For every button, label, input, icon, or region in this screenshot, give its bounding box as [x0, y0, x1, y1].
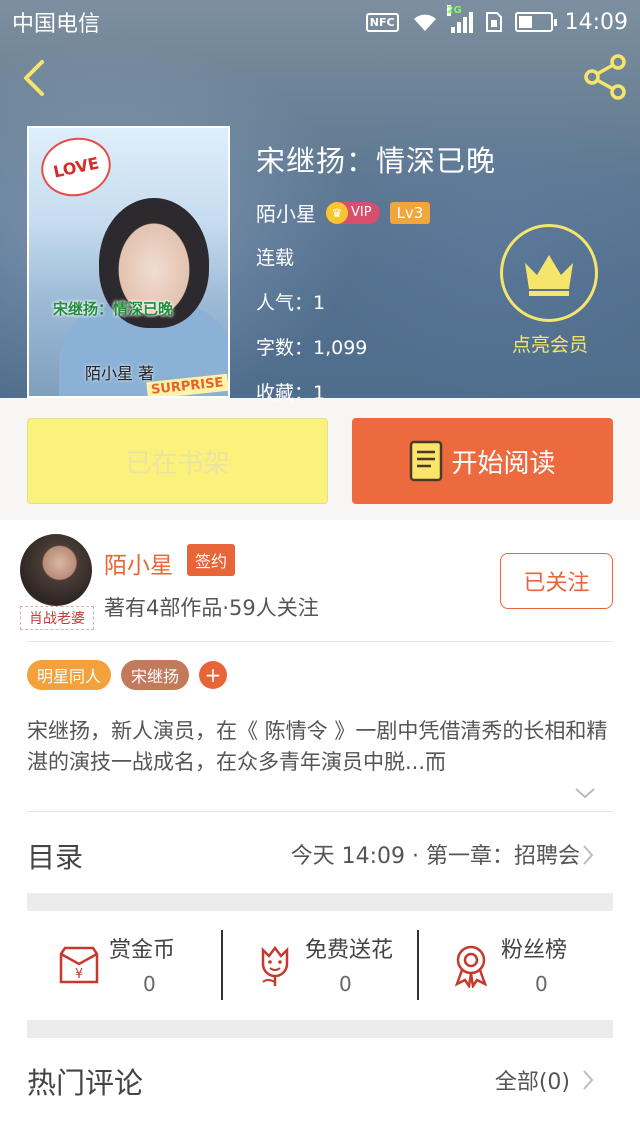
tag-item[interactable]: 明星同人 — [27, 660, 112, 690]
status-bar: 中国电信 NFC 2G 14:09 — [0, 0, 640, 44]
book-word-count: 字数：1,099 — [256, 337, 368, 359]
crown-icon: ♛ — [326, 201, 348, 224]
svg-text:¥: ¥ — [75, 967, 83, 982]
signed-badge: 签约 — [187, 544, 236, 576]
member-label: 点亮会员 — [511, 334, 588, 356]
avatar[interactable] — [20, 534, 92, 606]
cover-author: 陌小星 著 — [85, 364, 155, 383]
section-separator — [27, 893, 613, 911]
network-type-label: 2G — [446, 5, 462, 16]
start-reading-button[interactable]: 开始阅读 — [352, 418, 613, 504]
red-envelope-icon: ¥ — [59, 946, 99, 984]
section-separator — [27, 1020, 613, 1038]
flower-icon — [261, 945, 289, 986]
vip-badge: ♛ VIP — [326, 201, 380, 224]
book-popularity: 人气：1 — [256, 292, 326, 314]
tag-item[interactable]: 宋继扬 — [121, 660, 190, 690]
member-button[interactable]: 点亮会员 — [500, 224, 600, 357]
stat-value: 0 — [143, 972, 156, 996]
reward-coins-button[interactable]: ¥ 赏金币 0 — [27, 928, 222, 1002]
fan-ranking-button[interactable]: 粉丝榜 0 — [419, 928, 614, 1002]
follow-button[interactable]: 已关注 — [500, 553, 613, 609]
divider — [27, 641, 613, 642]
action-bar: 已在书架 开始阅读 — [0, 398, 640, 520]
chevron-right-icon[interactable] — [580, 1068, 596, 1092]
crown-icon — [525, 255, 573, 296]
hot-comments-title: 热门评论 — [27, 1066, 144, 1100]
wifi-icon — [413, 14, 436, 31]
medal-icon — [454, 945, 488, 988]
chevron-down-icon[interactable] — [574, 786, 596, 800]
share-icon[interactable] — [580, 52, 630, 102]
stat-value: 0 — [535, 972, 548, 996]
free-flowers-button[interactable]: 免费送花 0 — [223, 928, 418, 1002]
book-cover[interactable]: LOVE 宋继扬：情深已晚 陌小星 著 SURPRISE — [27, 126, 230, 398]
clock: 14:09 — [564, 9, 628, 35]
latest-chapter[interactable]: 今天 14:09 · 第一章：招聘会 — [291, 838, 580, 870]
cover-title: 宋继扬：情深已晚 — [53, 300, 174, 318]
author-stats: 著有4部作品·59人关注 — [104, 596, 319, 620]
all-comments-link[interactable]: 全部(0) — [495, 1064, 570, 1096]
book-info: 宋继扬：情深已晚 陌小星 ♛ VIP Lv3 连载 人气：1 字数：1,099 … — [256, 138, 496, 405]
book-author[interactable]: 陌小星 — [256, 198, 316, 227]
book-title: 宋继扬：情深已晚 — [256, 144, 497, 178]
avatar-tag: 肖战老婆 — [20, 606, 94, 630]
add-tag-button[interactable]: + — [199, 661, 228, 689]
book-author-row: 陌小星 ♛ VIP Lv3 — [256, 198, 496, 227]
author-name[interactable]: 陌小星 — [104, 546, 173, 580]
book-collections: 收藏：1 — [256, 382, 326, 404]
book-status: 连载 — [256, 247, 295, 269]
divider — [27, 811, 613, 812]
book-intro[interactable]: 宋继扬，新人演员，在《 陈情令 》一剧中凭借清秀的长相和精湛的演技一战成名，在众… — [27, 716, 615, 778]
cover-love-sticker: LOVE — [35, 131, 117, 203]
carrier-label: 中国电信 — [12, 12, 101, 37]
chevron-right-icon[interactable] — [580, 843, 596, 867]
toc-label[interactable]: 目录 — [27, 836, 83, 876]
sim-icon — [485, 12, 502, 32]
level-badge: Lv3 — [389, 201, 431, 224]
member-crown-ring — [500, 224, 598, 322]
nfc-icon: NFC — [365, 12, 399, 32]
start-reading-label: 开始阅读 — [451, 448, 556, 479]
signal-icon: 2G — [446, 5, 473, 33]
stat-label: 赏金币 — [109, 938, 176, 963]
book-icon — [410, 440, 443, 482]
in-bookshelf-button[interactable]: 已在书架 — [27, 418, 328, 504]
battery-icon — [514, 12, 557, 32]
stat-value: 0 — [339, 972, 352, 996]
stat-label: 免费送花 — [305, 938, 394, 963]
tag-list: 明星同人 宋继扬 + — [27, 660, 228, 690]
vip-label: VIP — [351, 205, 372, 220]
back-icon[interactable] — [14, 56, 58, 100]
author-section: 肖战老婆 陌小星 签约 著有4部作品·59人关注 已关注 — [0, 520, 640, 642]
stat-label: 粉丝榜 — [501, 938, 568, 963]
